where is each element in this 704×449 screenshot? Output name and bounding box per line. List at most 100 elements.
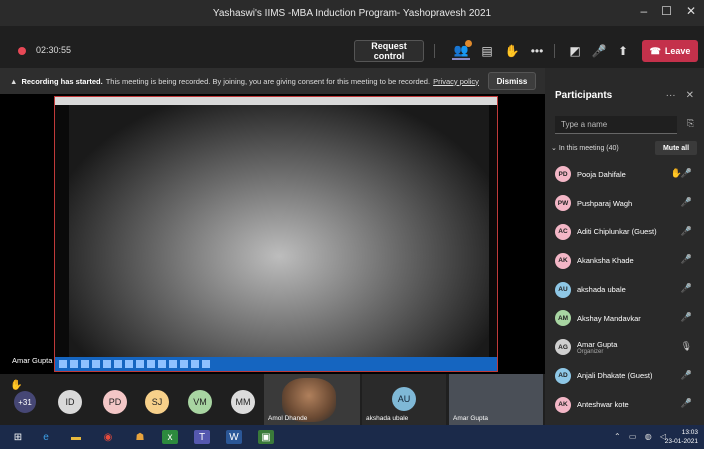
participant-avatar: PD bbox=[555, 166, 571, 183]
leave-label: Leave bbox=[664, 46, 691, 56]
word-icon[interactable]: W bbox=[226, 430, 242, 444]
mic-off-icon[interactable]: 🎤 bbox=[590, 42, 608, 60]
windows-start-icon[interactable]: ⊞ bbox=[10, 430, 26, 444]
meeting-timer: 02:30:55 bbox=[36, 45, 72, 55]
participant-list: PD Pooja Dahifale ✋ 🎤 PW Pushparaj Wagh … bbox=[545, 160, 704, 419]
more-participants-button[interactable]: +31 bbox=[14, 391, 36, 413]
attendee-avatar[interactable]: SJ bbox=[145, 390, 169, 414]
request-control-button[interactable]: Request control bbox=[354, 40, 424, 62]
attendee-avatar[interactable]: VM bbox=[188, 390, 212, 414]
banner-text: This meeting is being recorded. By joini… bbox=[105, 76, 431, 86]
video-tile-name: Amar Gupta bbox=[453, 415, 489, 422]
leave-button[interactable]: ☎ Leave bbox=[642, 40, 698, 62]
participant-avatar: AD bbox=[555, 367, 571, 384]
attendee-avatar[interactable]: PD bbox=[103, 390, 127, 414]
internet-explorer-icon[interactable]: e bbox=[38, 430, 54, 444]
participant-name: Akshay Mandavkar bbox=[577, 313, 641, 323]
participant-text: Amar Gupta Organizer bbox=[571, 340, 617, 355]
participant-name: Pooja Dahifale bbox=[577, 169, 626, 179]
phone-icon: ☎ bbox=[649, 45, 661, 56]
panel-title: Participants bbox=[555, 90, 613, 101]
participant-avatar: PW bbox=[555, 195, 571, 212]
participant-row[interactable]: AK Anteshwar kote 🎤 bbox=[545, 390, 704, 419]
participants-panel: Participants ··· ✕ ⎘ ⌄ In this meeting (… bbox=[545, 68, 704, 425]
participant-name: Akanksha Khade bbox=[577, 256, 634, 266]
banner-bold-text: Recording has started. bbox=[21, 76, 103, 86]
mic-muted-icon: 🎤 bbox=[680, 196, 692, 207]
more-options-icon[interactable]: ··· bbox=[666, 90, 676, 101]
audio-tile-name: akshada ubale bbox=[366, 415, 409, 422]
mute-all-button[interactable]: Mute all bbox=[655, 141, 697, 155]
people-icon[interactable]: ☗ bbox=[132, 430, 148, 444]
mic-muted-icon: 🎤 bbox=[680, 254, 692, 265]
participant-avatar: AC bbox=[555, 223, 571, 240]
attendee-avatar[interactable]: MM bbox=[231, 390, 255, 414]
recording-banner: ▲ Recording has started. This meeting is… bbox=[0, 68, 545, 94]
raised-hand-icon: ✋ bbox=[10, 380, 23, 391]
share-invite-icon[interactable]: ⎘ bbox=[687, 118, 694, 129]
more-actions-icon[interactable]: ••• bbox=[528, 42, 546, 60]
chat-icon[interactable]: ▤ bbox=[478, 42, 496, 60]
participant-row[interactable]: PW Pushparaj Wagh 🎤 bbox=[545, 189, 704, 218]
participant-name: Amar Gupta bbox=[577, 339, 618, 349]
mic-muted-icon: 🎤 bbox=[680, 369, 692, 380]
participant-row[interactable]: AG Amar Gupta Organizer 🎙 bbox=[545, 333, 704, 362]
participant-avatar: AM bbox=[555, 310, 571, 327]
participant-avatar: AK bbox=[555, 252, 571, 269]
window-controls: – ☐ ✕ bbox=[640, 4, 696, 18]
raise-hand-icon[interactable]: ✋ bbox=[503, 42, 521, 60]
participant-name: Pushparaj Wagh bbox=[577, 198, 633, 208]
excel-icon[interactable]: x bbox=[162, 430, 178, 444]
audio-tile[interactable]: AU akshada ubale bbox=[362, 374, 446, 425]
privacy-policy-link[interactable]: Privacy policy bbox=[433, 77, 479, 86]
participant-role: Organizer bbox=[577, 348, 604, 355]
shared-taskbar bbox=[55, 357, 497, 371]
close-icon[interactable]: ✕ bbox=[686, 4, 696, 18]
close-panel-icon[interactable]: ✕ bbox=[686, 90, 694, 101]
participant-name: akshada ubale bbox=[577, 285, 626, 295]
participant-row[interactable]: AM Akshay Mandavkar 🎤 bbox=[545, 304, 704, 333]
title-bar: Yashaswi's IIMS -MBA Induction Program- … bbox=[0, 0, 704, 26]
video-tile[interactable]: Amar Gupta bbox=[449, 374, 543, 425]
participant-search-input[interactable] bbox=[555, 116, 677, 134]
participants-icon[interactable]: 👥 bbox=[452, 40, 472, 60]
warning-icon: ▲ bbox=[10, 76, 18, 86]
mic-muted-icon: 🎤 bbox=[680, 168, 692, 178]
system-clock[interactable]: 13:03 23-01-2021 bbox=[665, 428, 698, 446]
toolbar-divider bbox=[554, 44, 555, 58]
system-tray-icons[interactable]: ⌃ ▭ ◍ ◁ bbox=[614, 432, 669, 441]
participant-row[interactable]: PD Pooja Dahifale ✋ 🎤 bbox=[545, 160, 704, 189]
shared-window-titlebar bbox=[55, 97, 497, 105]
toolbar-divider bbox=[434, 44, 435, 58]
shared-photo bbox=[69, 105, 489, 357]
participant-row[interactable]: AK Akanksha Khade 🎤 bbox=[545, 246, 704, 275]
section-label[interactable]: ⌄ In this meeting (40) bbox=[551, 144, 619, 152]
participant-avatar: AU bbox=[555, 281, 571, 298]
minimize-icon[interactable]: – bbox=[640, 4, 647, 18]
audio-tile-avatar: AU bbox=[392, 387, 416, 411]
attendee-avatar[interactable]: ID bbox=[58, 390, 82, 414]
video-tile[interactable]: Amol Dhande bbox=[264, 374, 360, 425]
camera-off-icon[interactable]: ◩ bbox=[566, 42, 584, 60]
participant-name: Anjali Dhakate (Guest) bbox=[577, 371, 653, 381]
panel-controls: ··· ✕ bbox=[666, 90, 694, 101]
share-screen-icon[interactable]: ⬆ bbox=[614, 42, 632, 60]
video-tile-name: Amol Dhande bbox=[268, 415, 308, 422]
participant-row[interactable]: AC Aditi Chiplunkar (Guest) 🎤 bbox=[545, 218, 704, 247]
shared-screen-stage: Amar Gupta bbox=[0, 94, 545, 374]
file-explorer-icon[interactable]: ▬ bbox=[68, 430, 84, 444]
participant-row[interactable]: AD Anjali Dhakate (Guest) 🎤 bbox=[545, 362, 704, 391]
dismiss-button[interactable]: Dismiss bbox=[488, 72, 536, 90]
participant-name: Aditi Chiplunkar (Guest) bbox=[577, 227, 657, 237]
windows-taskbar: ⊞ e ▬ ◉ ☗ x T W ▣ ⌃ ▭ ◍ ◁ 13:03 23-01-20… bbox=[0, 425, 704, 449]
participant-avatar: AG bbox=[555, 339, 571, 356]
shared-screen bbox=[54, 96, 498, 372]
image-viewer-icon[interactable]: ▣ bbox=[258, 430, 274, 444]
maximize-icon[interactable]: ☐ bbox=[661, 4, 672, 18]
chrome-icon[interactable]: ◉ bbox=[100, 430, 116, 444]
participant-row[interactable]: AU akshada ubale 🎤 bbox=[545, 275, 704, 304]
meeting-toolbar: 02:30:55 Request control 👥 ▤ ✋ ••• ◩ 🎤 ⬆… bbox=[0, 26, 704, 68]
teams-icon[interactable]: T bbox=[194, 430, 210, 444]
clock-date: 23-01-2021 bbox=[664, 438, 698, 445]
recording-dot-icon bbox=[18, 47, 26, 55]
